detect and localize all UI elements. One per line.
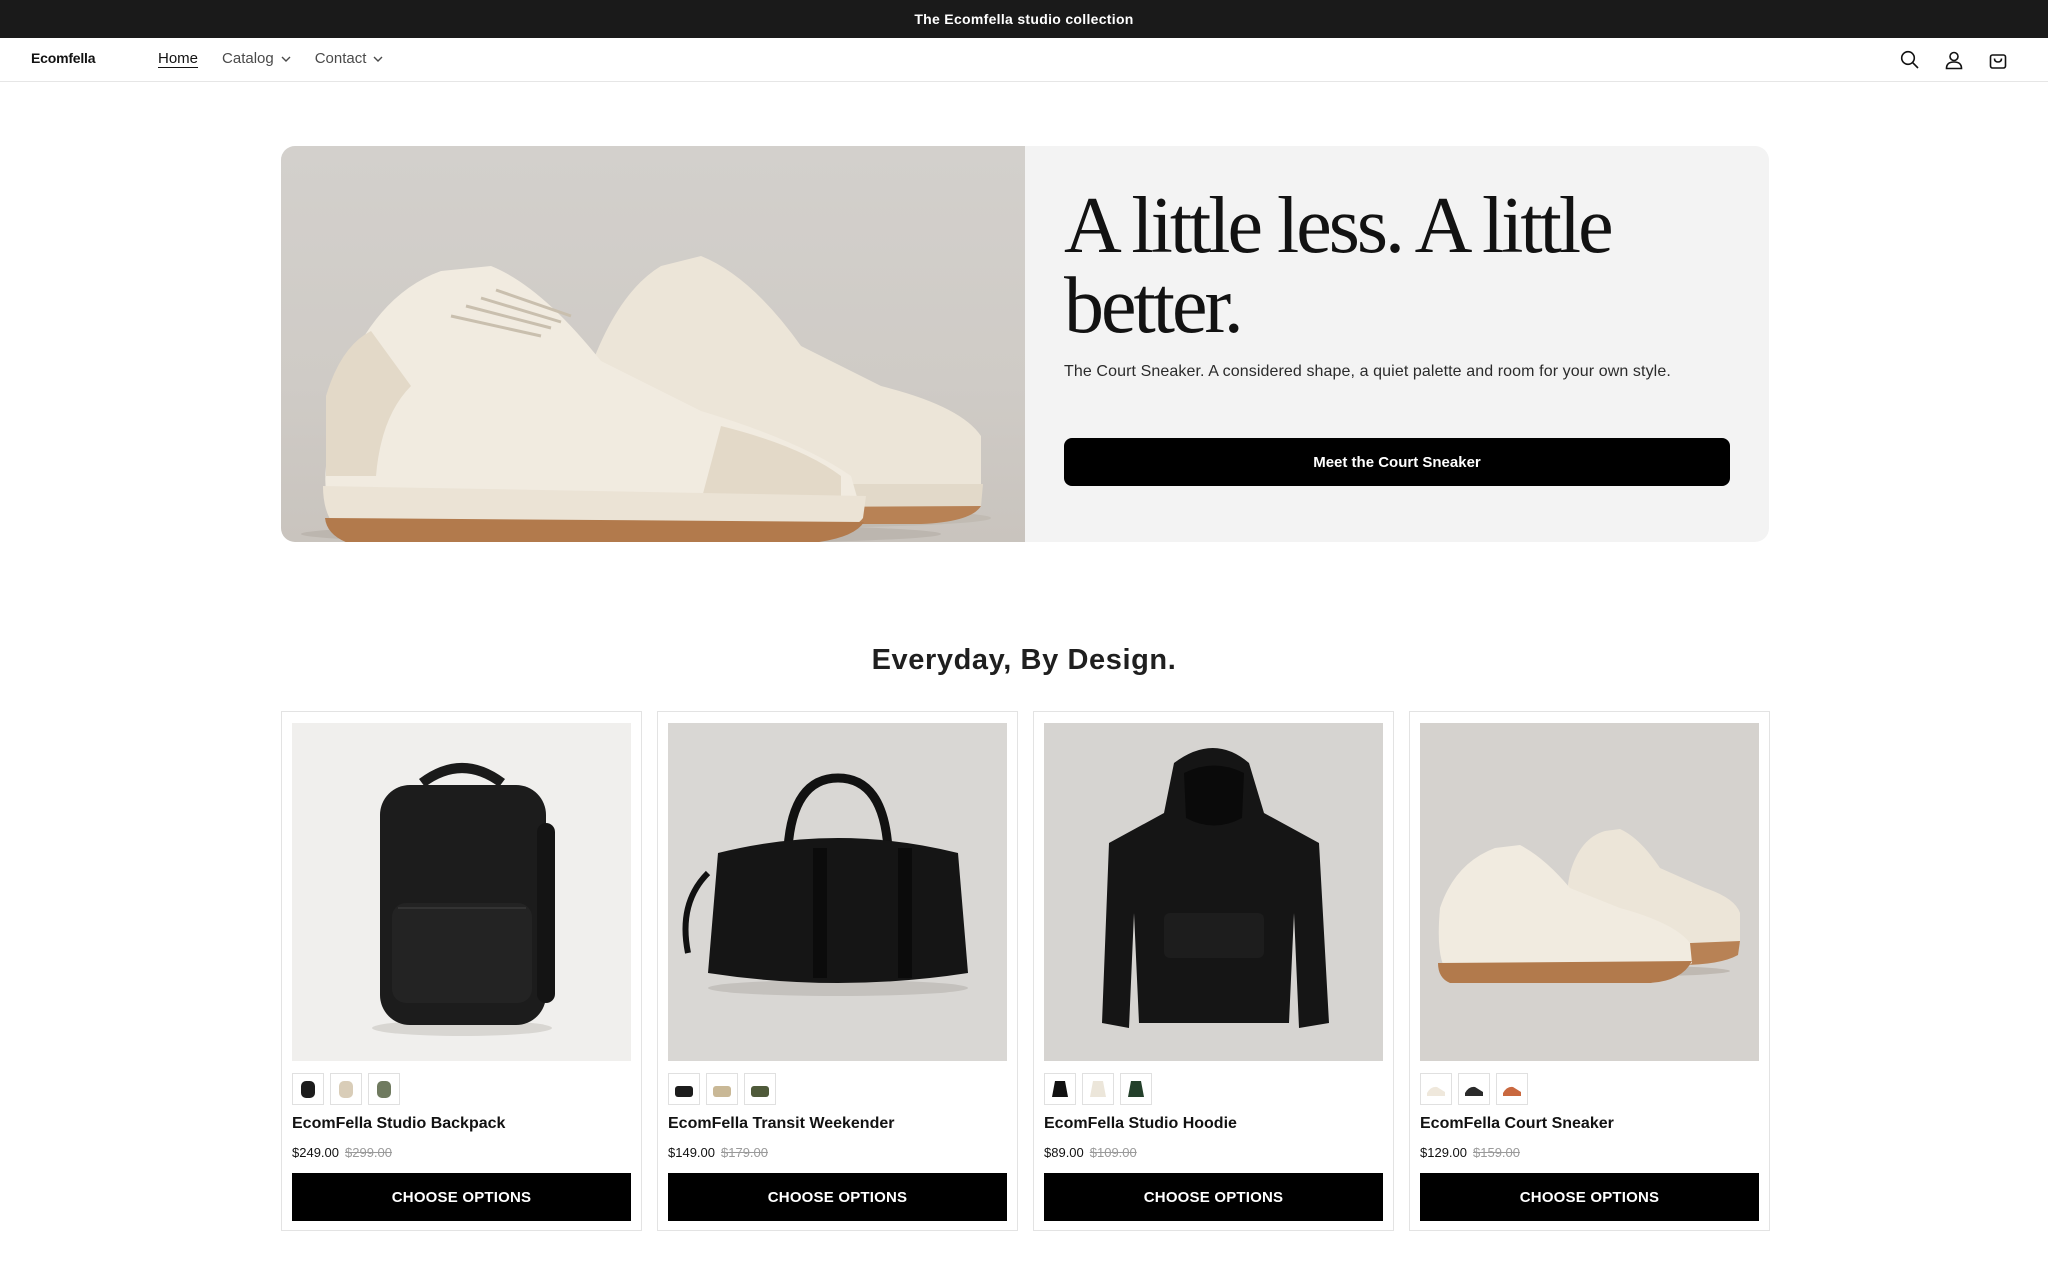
hero-subtitle: The Court Sneaker. A considered shape, a…: [1064, 363, 1671, 380]
nav-item-contact[interactable]: Contact: [315, 50, 384, 67]
price-current: $89.00: [1044, 1145, 1084, 1160]
color-swatches: [1420, 1073, 1534, 1105]
announcement-text: The Ecomfella studio collection: [914, 11, 1134, 27]
product-image[interactable]: [1420, 723, 1759, 1061]
cart-button[interactable]: [1985, 47, 2011, 73]
search-button[interactable]: [1897, 47, 1923, 73]
price-current: $249.00: [292, 1145, 339, 1160]
choose-options-button[interactable]: CHOOSE OPTIONS: [292, 1173, 631, 1221]
site-header: Ecomfella Home Catalog Contact: [0, 38, 2048, 82]
product-card[interactable]: EcomFella Studio Hoodie $89.00 $109.00 CH…: [1033, 711, 1394, 1231]
product-price: $249.00 $299.00: [292, 1145, 392, 1160]
price-compare: $179.00: [721, 1145, 768, 1160]
price-compare: $299.00: [345, 1145, 392, 1160]
product-name[interactable]: EcomFella Studio Backpack: [292, 1115, 505, 1133]
collection-title: Everyday, By Design.: [871, 644, 1177, 676]
nav-item-home[interactable]: Home: [158, 50, 198, 67]
account-button[interactable]: [1941, 47, 1967, 73]
product-price: $149.00 $179.00: [668, 1145, 768, 1160]
nav-item-label: Contact: [314, 50, 367, 67]
swatch-black[interactable]: [668, 1073, 700, 1105]
hero-title: A little less. A little better.: [1064, 182, 1614, 350]
product-card[interactable]: EcomFella Transit Weekender $149.00 $179.…: [657, 711, 1018, 1231]
product-name[interactable]: EcomFella Transit Weekender: [668, 1115, 894, 1133]
product-price: $89.00 $109.00: [1044, 1145, 1137, 1160]
swatch-rust[interactable]: [1496, 1073, 1528, 1105]
product-name[interactable]: EcomFella Studio Hoodie: [1044, 1115, 1237, 1133]
product-image[interactable]: [292, 723, 631, 1061]
swatch-cream[interactable]: [1082, 1073, 1114, 1105]
nav-item-catalog[interactable]: Catalog: [222, 50, 291, 67]
nav-item-label: Home: [158, 50, 199, 67]
product-card[interactable]: EcomFella Court Sneaker $129.00 $159.00 C…: [1409, 711, 1770, 1231]
price-compare: $109.00: [1089, 1145, 1137, 1160]
choose-options-button[interactable]: CHOOSE OPTIONS: [1044, 1173, 1383, 1221]
product-price: $129.00 $159.00: [1420, 1145, 1520, 1160]
product-card[interactable]: EcomFella Studio Backpack $249.00 $299.00…: [281, 711, 642, 1231]
color-swatches: [1044, 1073, 1158, 1105]
swatch-cream[interactable]: [1420, 1073, 1452, 1105]
hero-banner: A little less. A little better. The Cour…: [281, 146, 1769, 542]
swatch-black[interactable]: [1044, 1073, 1076, 1105]
price-current: $149.00: [668, 1145, 715, 1160]
store-logo[interactable]: Ecomfella: [31, 50, 96, 66]
swatch-sand[interactable]: [330, 1073, 362, 1105]
price-compare: $159.00: [1473, 1145, 1520, 1160]
swatch-black[interactable]: [292, 1073, 324, 1105]
choose-options-button[interactable]: CHOOSE OPTIONS: [668, 1173, 1007, 1221]
product-image[interactable]: [1044, 723, 1383, 1061]
choose-options-button[interactable]: CHOOSE OPTIONS: [1420, 1173, 1759, 1221]
hero-cta-button[interactable]: Meet the Court Sneaker: [1064, 438, 1730, 486]
color-swatches: [292, 1073, 406, 1105]
header-icons: [1879, 47, 2011, 73]
cart-icon: [1989, 54, 2007, 69]
nav-item-label: Catalog: [222, 50, 274, 67]
hero-sneaker-image: [281, 146, 1025, 542]
swatch-black[interactable]: [1458, 1073, 1490, 1105]
product-image[interactable]: [668, 723, 1007, 1061]
price-current: $129.00: [1420, 1145, 1467, 1160]
swatch-green[interactable]: [1120, 1073, 1152, 1105]
swatch-olive[interactable]: [744, 1073, 776, 1105]
swatch-tan[interactable]: [706, 1073, 738, 1105]
main-nav: Home Catalog Contact: [158, 50, 407, 67]
swatch-olive[interactable]: [368, 1073, 400, 1105]
color-swatches: [668, 1073, 782, 1105]
search-icon: [1900, 50, 1919, 69]
announcement-bar: The Ecomfella studio collection: [0, 0, 2048, 38]
chevron-down-icon: [281, 56, 291, 62]
product-name[interactable]: EcomFella Court Sneaker: [1420, 1115, 1614, 1133]
chevron-down-icon: [373, 56, 383, 62]
account-icon: [1945, 51, 1963, 70]
